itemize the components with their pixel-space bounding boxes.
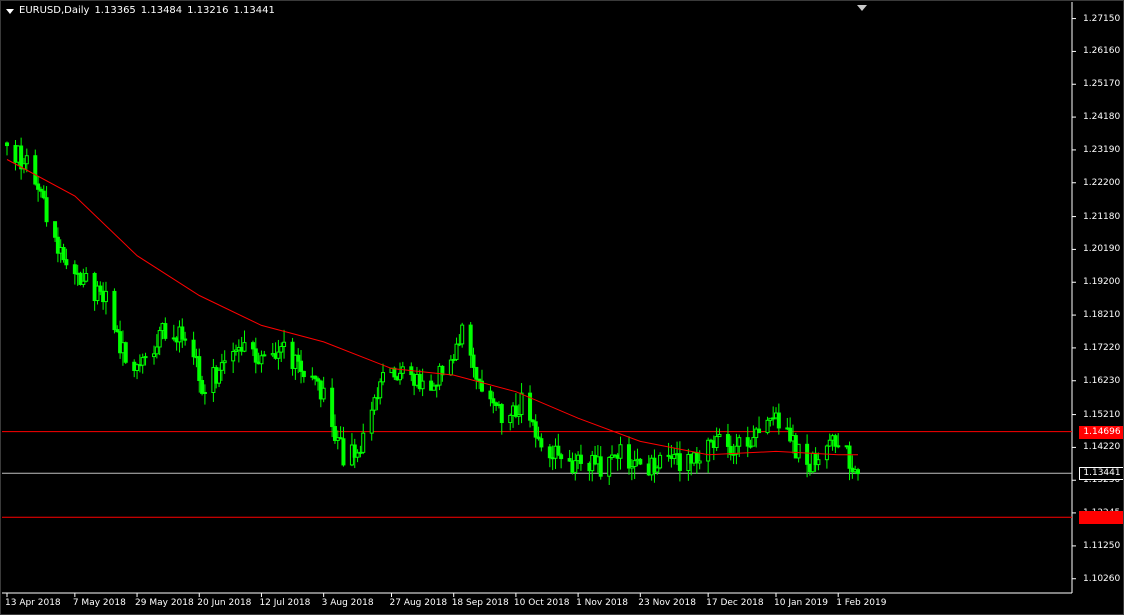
- x-tick-label: 27 Aug 2018: [389, 598, 448, 608]
- x-tick-label: 23 Nov 2018: [638, 598, 696, 608]
- candle: [508, 413, 513, 431]
- candle: [448, 355, 453, 377]
- candle: [539, 433, 544, 452]
- candle: [479, 369, 484, 393]
- x-tick-label: 7 May 2018: [72, 598, 126, 608]
- candle: [714, 427, 719, 452]
- candle: [638, 457, 643, 466]
- candle: [259, 350, 264, 373]
- candle: [474, 366, 479, 390]
- x-tick-label: 29 May 2018: [135, 598, 194, 608]
- x-tick-label: 12 Jul 2018: [259, 598, 311, 608]
- candle: [33, 149, 38, 186]
- chart-title[interactable]: EURUSD,Daily 1.13365 1.13484 1.13216 1.1…: [6, 5, 275, 17]
- candle: [338, 426, 343, 440]
- candle: [494, 401, 499, 411]
- candle: [706, 437, 711, 474]
- candle: [231, 342, 236, 374]
- candle: [694, 447, 699, 474]
- low-price: 1.13216: [187, 5, 229, 16]
- candle: [84, 267, 89, 283]
- candle: [242, 330, 247, 353]
- candle: [72, 260, 77, 285]
- candle: [434, 384, 439, 398]
- candle: [163, 317, 168, 341]
- candle: [578, 444, 583, 471]
- candle: [282, 329, 287, 359]
- x-tick-label: 1 Feb 2019: [836, 598, 887, 608]
- close-price: 1.13441: [233, 5, 275, 16]
- candle: [5, 141, 9, 156]
- candle: [519, 383, 524, 424]
- x-tick-label: 18 Sep 2018: [451, 598, 509, 608]
- open-price: 1.13365: [94, 5, 136, 16]
- candle: [672, 447, 677, 465]
- candle: [559, 452, 564, 469]
- candle: [341, 426, 346, 467]
- candle: [567, 449, 572, 462]
- candle: [632, 450, 637, 480]
- candle: [499, 402, 504, 435]
- candle: [626, 436, 631, 475]
- chart-shift-triangle-icon[interactable]: [857, 5, 867, 11]
- candle: [610, 445, 615, 460]
- x-tick-label: 20 Jun 2018: [197, 598, 252, 608]
- x-tick-label: 1 Nov 2018: [576, 598, 629, 608]
- candle: [262, 350, 267, 357]
- candle: [381, 363, 386, 386]
- candle: [796, 443, 801, 463]
- high-price: 1.13484: [140, 5, 183, 16]
- candle: [547, 444, 552, 468]
- candle: [191, 331, 196, 365]
- x-tick-label: 13 Apr 2018: [5, 598, 61, 608]
- x-tick-label: 17 Dec 2018: [706, 598, 764, 608]
- x-tick-label: 10 Jan 2019: [774, 598, 828, 608]
- candle: [686, 448, 691, 481]
- candle: [420, 368, 425, 397]
- candle: [856, 467, 860, 481]
- triangle-down-icon[interactable]: [6, 9, 14, 14]
- candle: [454, 337, 459, 362]
- candle: [533, 414, 538, 448]
- candle: [717, 428, 722, 438]
- candle: [361, 423, 366, 455]
- candle: [776, 403, 781, 435]
- candle: [112, 288, 117, 334]
- candle: [19, 137, 24, 180]
- chart-canvas[interactable]: [1, 1, 1124, 615]
- candle: [757, 416, 762, 434]
- candle: [652, 449, 657, 483]
- candle: [833, 433, 838, 454]
- chart-window[interactable]: EURUSD,Daily 1.13365 1.13484 1.13216 1.1…: [0, 0, 1124, 615]
- candle: [276, 339, 281, 370]
- candle: [824, 444, 829, 469]
- candle: [847, 441, 852, 481]
- x-tick-label: 10 Oct 2018: [513, 598, 570, 608]
- candle: [556, 433, 561, 457]
- candle: [103, 281, 108, 315]
- candle: [301, 370, 306, 383]
- moving-average-line: [6, 159, 858, 456]
- x-tick-label: 3 Aug 2018: [321, 598, 374, 608]
- candle: [180, 318, 185, 348]
- candle: [618, 436, 623, 470]
- candle: [123, 341, 128, 365]
- symbol-timeframe-label: EURUSD,Daily: [19, 5, 90, 16]
- candle: [677, 441, 682, 482]
- candle: [607, 456, 612, 486]
- candle: [658, 452, 663, 470]
- candle: [460, 322, 465, 348]
- candle: [598, 446, 603, 480]
